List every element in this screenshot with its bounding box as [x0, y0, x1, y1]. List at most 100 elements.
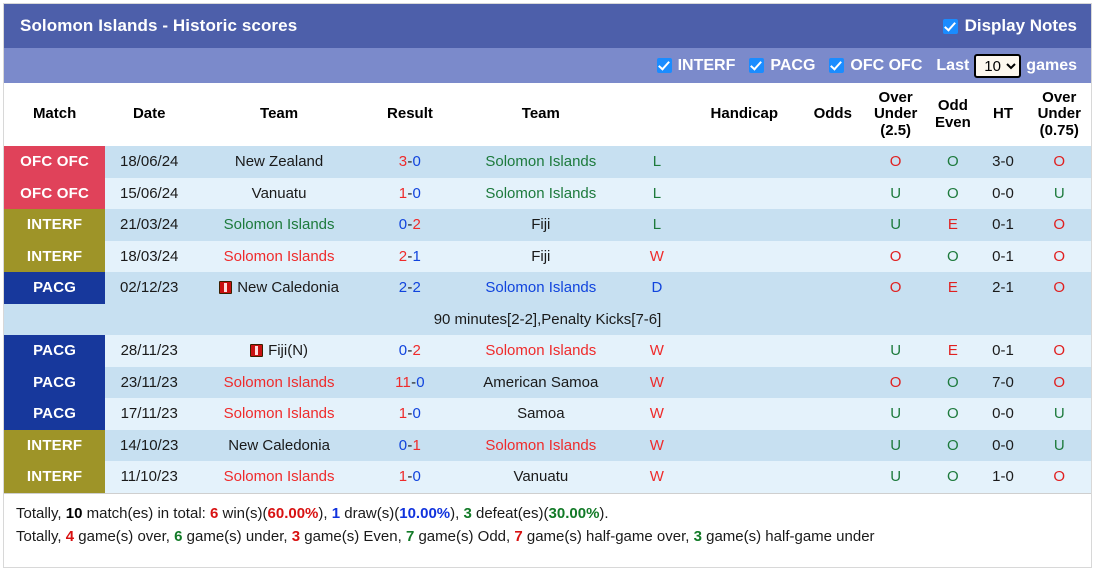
ou25-marker: U: [890, 436, 902, 454]
s1-suffix: ).: [599, 504, 609, 522]
over-under-075-value: O: [1027, 366, 1091, 398]
away-team[interactable]: American Samoa: [454, 366, 627, 398]
table-row[interactable]: PACG 23/11/23 Solomon Islands 11-0 American …: [4, 366, 1091, 398]
th-match[interactable]: Match: [4, 83, 106, 146]
table-row[interactable]: INTERF 11/10/23 Solomon Islands 1-0 Vanuatu W…: [4, 461, 1091, 493]
th-odd-even[interactable]: Odd Even: [927, 83, 979, 146]
table-row[interactable]: PACG 17/11/23 Solomon Islands 1-0 Samoa W U O 0-…: [4, 398, 1091, 430]
home-team-name: Vanuatu: [251, 184, 307, 202]
league-badge-cell[interactable]: OFC OFC: [4, 177, 106, 209]
home-team[interactable]: New Caledonia: [193, 429, 365, 461]
away-team[interactable]: Solomon Islands: [454, 335, 627, 367]
away-team[interactable]: Solomon Islands: [454, 177, 627, 209]
match-date: 28/11/23: [105, 335, 194, 367]
over-under-25-value: O: [863, 240, 928, 272]
table-row[interactable]: OFC OFC 15/06/24 Vanuatu 1-0 Solomon Islands…: [4, 177, 1091, 209]
home-team[interactable]: Solomon Islands: [193, 398, 365, 430]
home-team[interactable]: Solomon Islands: [193, 366, 365, 398]
over-under-075-value: O: [1027, 461, 1091, 493]
league-badge[interactable]: INTERF: [4, 209, 106, 241]
table-row[interactable]: INTERF 14/10/23 New Caledonia 0-1 Solomon Is…: [4, 429, 1091, 461]
league-badge[interactable]: OFC OFC: [4, 177, 106, 209]
away-team[interactable]: Fiji: [454, 209, 627, 241]
summary-line-2: Totally, 4 game(s) over, 6 game(s) under…: [16, 525, 1079, 548]
home-team[interactable]: Solomon Islands: [193, 240, 365, 272]
games-count-select[interactable]: 510203050: [974, 53, 1022, 78]
th-handicap[interactable]: Handicap: [687, 83, 802, 146]
away-team[interactable]: Solomon Islands: [454, 146, 627, 178]
league-badge-cell[interactable]: INTERF: [4, 209, 106, 241]
th-result[interactable]: Result: [364, 83, 455, 146]
wld-value: W: [649, 373, 664, 391]
th-home-team[interactable]: Team: [193, 83, 365, 146]
away-team[interactable]: Fiji: [454, 240, 627, 272]
table-row[interactable]: OFC OFC 18/06/24 New Zealand 3-0 Solomon Isl…: [4, 146, 1091, 178]
interf-checkbox[interactable]: [656, 58, 672, 73]
home-team[interactable]: New Caledonia: [193, 272, 365, 304]
away-team[interactable]: Solomon Islands: [454, 272, 627, 304]
league-badge-cell[interactable]: OFC OFC: [4, 146, 106, 178]
pacg-checkbox[interactable]: [749, 58, 765, 73]
over-under-25-value: U: [863, 209, 928, 241]
league-badge-cell[interactable]: PACG: [4, 398, 106, 430]
league-badge-cell[interactable]: PACG: [4, 366, 106, 398]
display-notes-checkbox[interactable]: [942, 18, 958, 34]
filter-ofc[interactable]: OFC OFC: [829, 57, 922, 75]
table-row[interactable]: INTERF 18/03/24 Solomon Islands 2-1 Fiji W O O 0…: [4, 240, 1091, 272]
over-under-075-value: U: [1027, 398, 1091, 430]
league-badge[interactable]: PACG: [4, 366, 106, 398]
th-away-team[interactable]: Team: [454, 83, 627, 146]
league-badge-cell[interactable]: PACG: [4, 272, 106, 304]
ofc-checkbox[interactable]: [829, 58, 845, 73]
league-badge-cell[interactable]: INTERF: [4, 429, 106, 461]
th-ht[interactable]: HT: [978, 83, 1028, 146]
home-team[interactable]: New Zealand: [193, 146, 365, 178]
league-badge-cell[interactable]: INTERF: [4, 240, 106, 272]
home-team[interactable]: Fiji(N): [193, 335, 365, 367]
s1-draws: 1: [331, 504, 341, 522]
table-row[interactable]: PACG 28/11/23 Fiji(N) 0-2 Solomon Islands W U E…: [4, 335, 1091, 367]
league-badge[interactable]: PACG: [4, 272, 106, 304]
league-badge[interactable]: INTERF: [4, 240, 106, 272]
league-badge-cell[interactable]: PACG: [4, 335, 106, 367]
th-over-under-075[interactable]: Over Under (0.75): [1027, 83, 1091, 146]
historic-scores-table: Match Date Team Result Team Handicap Odd…: [4, 83, 1091, 493]
match-date: 18/06/24: [105, 146, 194, 178]
half-time-score: 2-1: [978, 272, 1028, 304]
th-date[interactable]: Date: [105, 83, 194, 146]
match-result: 0-1: [364, 429, 455, 461]
th-over-under-25[interactable]: Over Under (2.5): [863, 83, 928, 146]
home-team[interactable]: Solomon Islands: [193, 461, 365, 493]
table-row[interactable]: PACG 02/12/23 New Caledonia 2-2 Solomon Isla…: [4, 272, 1091, 304]
away-team[interactable]: Vanuatu: [454, 461, 627, 493]
over-under-075-value: O: [1027, 335, 1091, 367]
win-loss-draw-indicator: W: [626, 461, 688, 493]
interf-label: INTERF: [677, 56, 736, 74]
league-badge[interactable]: OFC OFC: [4, 146, 106, 178]
away-team[interactable]: Solomon Islands: [454, 429, 627, 461]
display-notes-control[interactable]: Display Notes: [942, 16, 1077, 36]
home-team-name: Solomon Islands: [223, 373, 335, 391]
filter-bar: INTERF PACG OFC OFC Last 510203050 games: [4, 48, 1091, 83]
half-time-score: 7-0: [978, 366, 1028, 398]
s1-wins-word: win(s)(: [222, 504, 268, 522]
over-under-075-value: O: [1027, 209, 1091, 241]
filter-pacg[interactable]: PACG: [749, 57, 815, 75]
match-result: 1-0: [364, 461, 455, 493]
home-team[interactable]: Vanuatu: [193, 177, 365, 209]
pacg-label: PACG: [770, 56, 816, 74]
away-team[interactable]: Samoa: [454, 398, 627, 430]
league-badge[interactable]: PACG: [4, 398, 106, 430]
table-row[interactable]: INTERF 21/03/24 Solomon Islands 0-2 Fiji L U E 0…: [4, 209, 1091, 241]
wld-value: L: [652, 184, 662, 202]
away-team-name: Solomon Islands: [485, 153, 597, 171]
league-badge-cell[interactable]: INTERF: [4, 461, 106, 493]
league-badge[interactable]: PACG: [4, 335, 106, 367]
th-odds[interactable]: Odds: [801, 83, 864, 146]
s2-odd: 7: [405, 527, 415, 545]
league-badge[interactable]: INTERF: [4, 429, 106, 461]
league-badge[interactable]: INTERF: [4, 461, 106, 493]
odd-even-value: E: [927, 209, 979, 241]
filter-interf[interactable]: INTERF: [656, 56, 736, 75]
home-team[interactable]: Solomon Islands: [193, 209, 365, 241]
